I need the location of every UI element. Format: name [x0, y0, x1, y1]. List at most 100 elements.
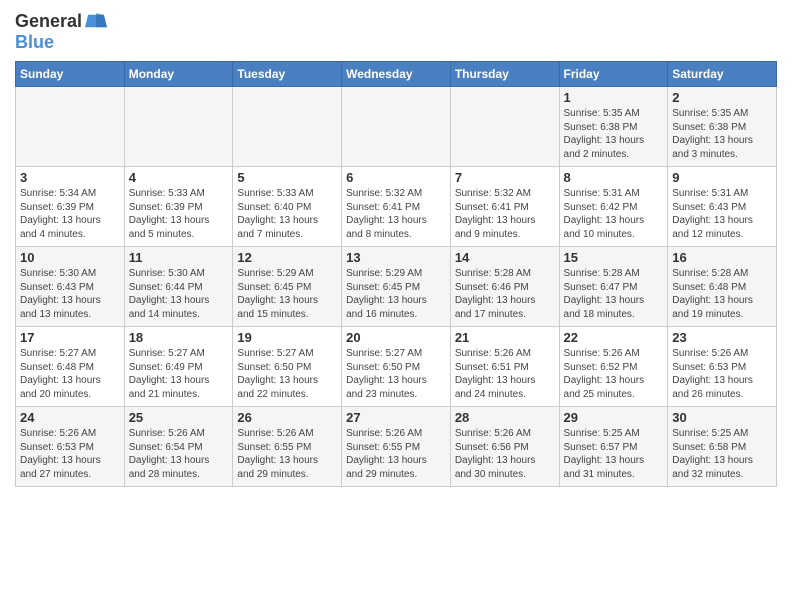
day-number: 10 [20, 250, 120, 265]
day-info: Sunrise: 5:26 AM Sunset: 6:53 PM Dayligh… [20, 427, 120, 481]
day-number: 25 [129, 410, 229, 425]
calendar-cell: 18Sunrise: 5:27 AM Sunset: 6:49 PM Dayli… [124, 327, 233, 407]
day-info: Sunrise: 5:26 AM Sunset: 6:55 PM Dayligh… [346, 427, 446, 481]
day-number: 2 [672, 90, 772, 105]
calendar-cell: 8 Sunrise: 5:31 AM Sunset: 6:42 PM Daylig… [559, 167, 668, 247]
day-number: 14 [455, 250, 555, 265]
calendar-cell: 2 Sunrise: 5:35 AM Sunset: 6:38 PM Daylig… [668, 87, 777, 167]
day-of-week-header: Tuesday [233, 62, 342, 87]
day-number: 23 [672, 330, 772, 345]
day-info: Sunrise: 5:26 AM Sunset: 6:53 PM Dayligh… [672, 347, 772, 401]
calendar-cell: 20Sunrise: 5:27 AM Sunset: 6:50 PM Dayli… [342, 327, 451, 407]
calendar-cell: 24 Sunrise: 5:26 AM Sunset: 6:53 PM Dayli… [16, 407, 125, 487]
day-info: Sunrise: 5:31 AM Sunset: 6:42 PM Dayligh… [564, 187, 664, 241]
day-number: 19 [237, 330, 337, 345]
day-number: 29 [564, 410, 664, 425]
calendar-cell: 30 Sunrise: 5:25 AM Sunset: 6:58 PM Dayli… [668, 407, 777, 487]
day-number: 4 [129, 170, 229, 185]
calendar-header-row: SundayMondayTuesdayWednesdayThursdayFrid… [16, 62, 777, 87]
calendar-cell: 1 Sunrise: 5:35 AM Sunset: 6:38 PM Daylig… [559, 87, 668, 167]
day-number: 22 [564, 330, 664, 345]
calendar-cell: 14 Sunrise: 5:28 AM Sunset: 6:46 PM Dayli… [450, 247, 559, 327]
calendar-cell: 7 Sunrise: 5:32 AM Sunset: 6:41 PM Daylig… [450, 167, 559, 247]
calendar-cell: 13Sunrise: 5:29 AM Sunset: 6:45 PM Dayli… [342, 247, 451, 327]
day-info: Sunrise: 5:29 AM Sunset: 6:45 PM Dayligh… [237, 267, 337, 321]
calendar-cell: 4 Sunrise: 5:33 AM Sunset: 6:39 PM Daylig… [124, 167, 233, 247]
calendar-cell: 23 Sunrise: 5:26 AM Sunset: 6:53 PM Dayli… [668, 327, 777, 407]
calendar-cell: 10 Sunrise: 5:30 AM Sunset: 6:43 PM Dayli… [16, 247, 125, 327]
day-number: 24 [20, 410, 120, 425]
day-number: 8 [564, 170, 664, 185]
day-info: Sunrise: 5:33 AM Sunset: 6:39 PM Dayligh… [129, 187, 229, 241]
calendar-week-row: 1 Sunrise: 5:35 AM Sunset: 6:38 PM Daylig… [16, 87, 777, 167]
day-number: 30 [672, 410, 772, 425]
calendar-cell: 9 Sunrise: 5:31 AM Sunset: 6:43 PM Daylig… [668, 167, 777, 247]
day-of-week-header: Friday [559, 62, 668, 87]
day-info: Sunrise: 5:25 AM Sunset: 6:58 PM Dayligh… [672, 427, 772, 481]
day-number: 5 [237, 170, 337, 185]
calendar-cell: 26 Sunrise: 5:26 AM Sunset: 6:55 PM Dayli… [233, 407, 342, 487]
calendar-cell: 27 Sunrise: 5:26 AM Sunset: 6:55 PM Dayli… [342, 407, 451, 487]
day-number: 6 [346, 170, 446, 185]
day-of-week-header: Sunday [16, 62, 125, 87]
day-info: Sunrise: 5:35 AM Sunset: 6:38 PM Dayligh… [672, 107, 772, 161]
calendar-body: 1 Sunrise: 5:35 AM Sunset: 6:38 PM Daylig… [16, 87, 777, 487]
day-info: Sunrise: 5:28 AM Sunset: 6:47 PM Dayligh… [564, 267, 664, 321]
calendar-cell [233, 87, 342, 167]
day-of-week-header: Wednesday [342, 62, 451, 87]
calendar-cell: 12 Sunrise: 5:29 AM Sunset: 6:45 PM Dayli… [233, 247, 342, 327]
logo-icon [85, 10, 107, 32]
day-info: Sunrise: 5:30 AM Sunset: 6:43 PM Dayligh… [20, 267, 120, 321]
day-number: 21 [455, 330, 555, 345]
day-info: Sunrise: 5:32 AM Sunset: 6:41 PM Dayligh… [346, 187, 446, 241]
day-info: Sunrise: 5:30 AM Sunset: 6:44 PM Dayligh… [129, 267, 229, 321]
calendar-cell: 25Sunrise: 5:26 AM Sunset: 6:54 PM Dayli… [124, 407, 233, 487]
day-info: Sunrise: 5:27 AM Sunset: 6:48 PM Dayligh… [20, 347, 120, 401]
day-number: 3 [20, 170, 120, 185]
day-info: Sunrise: 5:26 AM Sunset: 6:56 PM Dayligh… [455, 427, 555, 481]
calendar-week-row: 17Sunrise: 5:27 AM Sunset: 6:48 PM Dayli… [16, 327, 777, 407]
day-number: 12 [237, 250, 337, 265]
calendar-cell: 5 Sunrise: 5:33 AM Sunset: 6:40 PM Daylig… [233, 167, 342, 247]
calendar-cell: 3 Sunrise: 5:34 AM Sunset: 6:39 PM Daylig… [16, 167, 125, 247]
day-info: Sunrise: 5:26 AM Sunset: 6:52 PM Dayligh… [564, 347, 664, 401]
logo-general: General [15, 11, 82, 32]
calendar-cell: 15 Sunrise: 5:28 AM Sunset: 6:47 PM Dayli… [559, 247, 668, 327]
day-number: 28 [455, 410, 555, 425]
day-info: Sunrise: 5:27 AM Sunset: 6:50 PM Dayligh… [237, 347, 337, 401]
day-of-week-header: Saturday [668, 62, 777, 87]
day-info: Sunrise: 5:28 AM Sunset: 6:46 PM Dayligh… [455, 267, 555, 321]
calendar-cell: 6 Sunrise: 5:32 AM Sunset: 6:41 PM Daylig… [342, 167, 451, 247]
day-number: 7 [455, 170, 555, 185]
day-number: 15 [564, 250, 664, 265]
day-number: 13 [346, 250, 446, 265]
calendar-cell: 21 Sunrise: 5:26 AM Sunset: 6:51 PM Dayli… [450, 327, 559, 407]
calendar-cell: 28 Sunrise: 5:26 AM Sunset: 6:56 PM Dayli… [450, 407, 559, 487]
day-number: 9 [672, 170, 772, 185]
day-info: Sunrise: 5:35 AM Sunset: 6:38 PM Dayligh… [564, 107, 664, 161]
day-info: Sunrise: 5:31 AM Sunset: 6:43 PM Dayligh… [672, 187, 772, 241]
day-info: Sunrise: 5:26 AM Sunset: 6:51 PM Dayligh… [455, 347, 555, 401]
calendar-week-row: 3 Sunrise: 5:34 AM Sunset: 6:39 PM Daylig… [16, 167, 777, 247]
calendar-cell [124, 87, 233, 167]
calendar-week-row: 10 Sunrise: 5:30 AM Sunset: 6:43 PM Dayli… [16, 247, 777, 327]
day-number: 16 [672, 250, 772, 265]
day-info: Sunrise: 5:26 AM Sunset: 6:55 PM Dayligh… [237, 427, 337, 481]
day-of-week-header: Thursday [450, 62, 559, 87]
day-number: 20 [346, 330, 446, 345]
calendar-week-row: 24 Sunrise: 5:26 AM Sunset: 6:53 PM Dayli… [16, 407, 777, 487]
day-number: 26 [237, 410, 337, 425]
calendar-cell [450, 87, 559, 167]
calendar-cell: 16 Sunrise: 5:28 AM Sunset: 6:48 PM Dayli… [668, 247, 777, 327]
day-info: Sunrise: 5:27 AM Sunset: 6:49 PM Dayligh… [129, 347, 229, 401]
header: General Blue [15, 10, 777, 53]
day-number: 27 [346, 410, 446, 425]
day-number: 1 [564, 90, 664, 105]
day-info: Sunrise: 5:33 AM Sunset: 6:40 PM Dayligh… [237, 187, 337, 241]
logo: General Blue [15, 10, 107, 53]
day-info: Sunrise: 5:28 AM Sunset: 6:48 PM Dayligh… [672, 267, 772, 321]
calendar-cell [342, 87, 451, 167]
day-info: Sunrise: 5:34 AM Sunset: 6:39 PM Dayligh… [20, 187, 120, 241]
calendar-cell: 29Sunrise: 5:25 AM Sunset: 6:57 PM Dayli… [559, 407, 668, 487]
day-info: Sunrise: 5:32 AM Sunset: 6:41 PM Dayligh… [455, 187, 555, 241]
